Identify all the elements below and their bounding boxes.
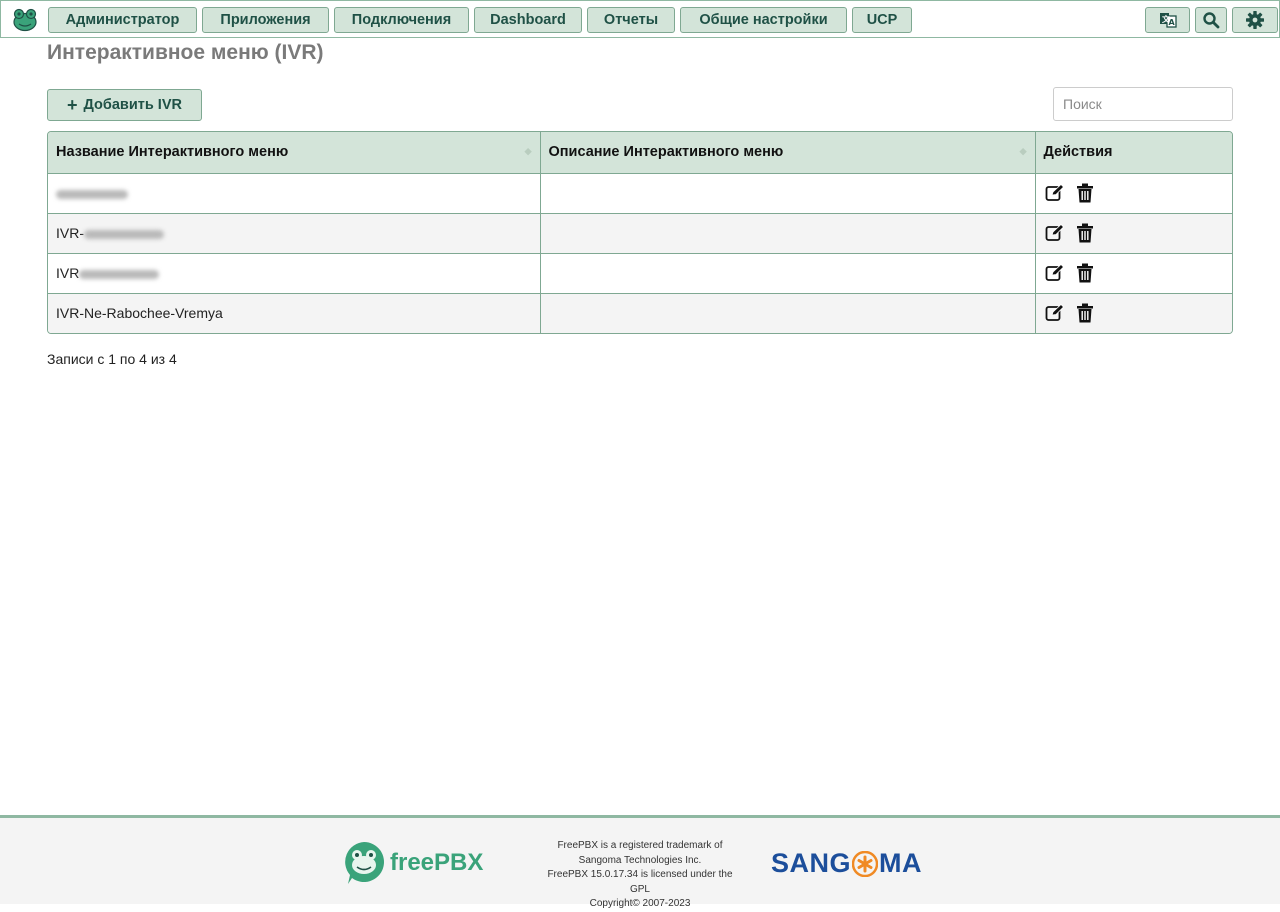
gear-icon (1246, 11, 1264, 29)
language-icon: 文 A (1159, 13, 1177, 28)
ivr-name: IVR- (56, 225, 84, 241)
legal-line: FreePBX is a registered trademark of (557, 840, 723, 851)
search-icon (1203, 12, 1220, 29)
ivr-name: IVR (56, 265, 80, 281)
ivr-description-cell (540, 253, 1036, 294)
search-input[interactable] (1053, 87, 1233, 121)
ivr-name-cell (48, 173, 541, 214)
redacted-text (84, 229, 164, 239)
freepbx-footer-logo[interactable]: freePBX (342, 840, 483, 886)
nav-administrator[interactable]: Администратор (48, 7, 197, 33)
edit-icon[interactable] (1044, 262, 1066, 284)
sangoma-logo[interactable]: SANG MA (771, 848, 922, 879)
nav-ucp[interactable]: UCP (852, 7, 912, 33)
settings-button[interactable] (1232, 7, 1278, 33)
language-button[interactable]: 文 A (1145, 7, 1190, 33)
ivr-description-cell (540, 173, 1036, 214)
table-row: IVR-Ne-Rabochee-Vremya (48, 293, 1232, 333)
column-header-description-label: Описание Интерактивного меню (548, 144, 784, 161)
add-ivr-label: Добавить IVR (83, 97, 182, 113)
pagination-info: Записи с 1 по 4 из 4 (47, 351, 177, 367)
ivr-name: IVR-Ne-Rabochee-Vremya (56, 305, 223, 322)
nav-applications[interactable]: Приложения (202, 7, 329, 33)
svg-text:A: A (1168, 18, 1175, 27)
legal-line: GPL (629, 883, 650, 895)
sort-icon: ◆ (524, 146, 532, 156)
edit-icon[interactable] (1044, 222, 1066, 244)
column-header-description[interactable]: Описание Интерактивного меню ◆ (540, 132, 1036, 174)
redacted-text (56, 189, 128, 199)
table-row: IVR- (48, 213, 1232, 254)
sangoma-right: MA (879, 848, 923, 878)
trash-icon[interactable] (1074, 222, 1096, 244)
table-header-row: Название Интерактивного меню ◆ Описание … (48, 132, 1232, 174)
add-ivr-button[interactable]: + Добавить IVR (47, 89, 202, 121)
sangoma-left: SANG (771, 848, 852, 878)
edit-icon[interactable] (1044, 302, 1066, 324)
actions-cell (1035, 213, 1232, 254)
nav-settings[interactable]: Общие настройки (680, 7, 847, 33)
ivr-name-cell: IVR (48, 253, 541, 294)
nav-dashboard[interactable]: Dashboard (474, 7, 582, 33)
trash-icon[interactable] (1074, 262, 1096, 284)
plus-icon: + (67, 95, 78, 115)
ivr-name-cell: IVR- (48, 213, 541, 254)
ivr-name-cell: IVR-Ne-Rabochee-Vremya (48, 293, 541, 333)
legal-line: FreePBX 15.0.17.34 is licensed under the (547, 869, 733, 880)
legal-line: Copyright© 2007-2023 (589, 898, 691, 909)
legal-line: Sangoma Technologies Inc. (578, 854, 702, 866)
sangoma-asterisk-icon (852, 850, 879, 877)
sort-icon: ◆ (1019, 146, 1027, 156)
trash-icon[interactable] (1074, 182, 1096, 204)
ivr-table: Название Интерактивного меню ◆ Описание … (47, 131, 1233, 334)
trash-icon[interactable] (1074, 302, 1096, 324)
column-header-name-label: Название Интерактивного меню (56, 144, 289, 161)
edit-icon[interactable] (1044, 182, 1066, 204)
top-navbar: Администратор Приложения Подключения Das… (0, 0, 1280, 38)
freepbx-brand: freePBX (390, 849, 484, 876)
nav-reports[interactable]: Отчеты (587, 7, 675, 33)
table-row: IVR (48, 253, 1232, 294)
freepbx-logo-icon[interactable] (11, 8, 39, 32)
table-row (48, 173, 1232, 214)
legal-text: FreePBX is a registered trademark of San… (540, 839, 740, 912)
freepbx-frog-icon (345, 842, 384, 884)
ivr-description-cell (540, 293, 1036, 333)
actions-cell (1035, 293, 1232, 333)
actions-cell (1035, 253, 1232, 294)
redacted-text (79, 269, 160, 279)
ivr-description-cell (540, 213, 1036, 254)
actions-cell (1035, 173, 1232, 214)
page-title: Интерактивное меню (IVR) (47, 41, 324, 64)
nav-connectivity[interactable]: Подключения (334, 7, 469, 33)
column-header-name[interactable]: Название Интерактивного меню ◆ (48, 132, 541, 174)
column-header-actions: Действия (1035, 132, 1232, 174)
search-button[interactable] (1195, 7, 1227, 33)
footer: freePBX FreePBX is a registered trademar… (0, 815, 1280, 909)
